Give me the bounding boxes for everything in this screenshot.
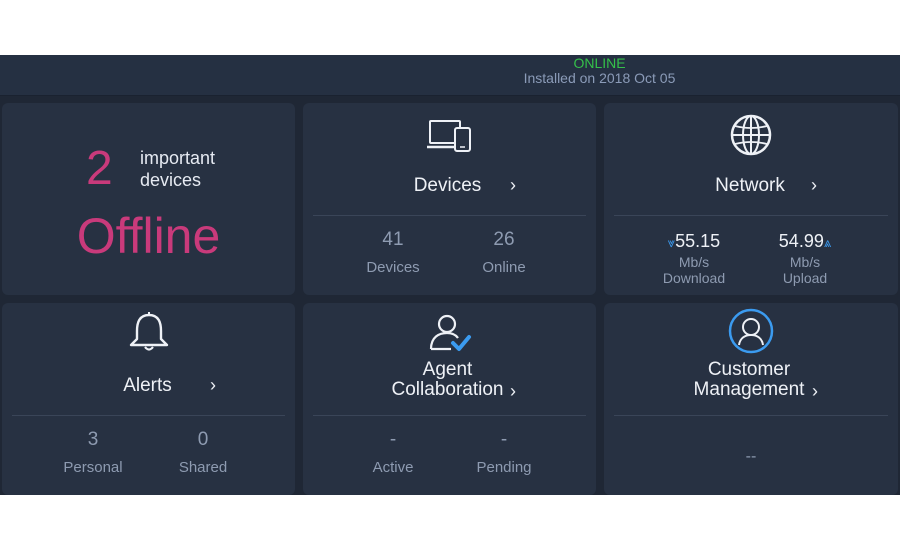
- upload-arrow-icon: ⩓: [823, 235, 832, 250]
- devices-online-value: 26: [493, 229, 515, 250]
- alerts-title: Alerts: [123, 375, 172, 396]
- customer-value: --: [745, 448, 757, 465]
- divider: [614, 415, 888, 416]
- network-card[interactable]: Network › ⩔55.15 Mb/s Download 54.99⩓ Mb…: [604, 103, 898, 295]
- network-title: Network: [715, 175, 785, 196]
- customer-title: Customer Management: [602, 360, 896, 400]
- status-header: ONLINE Installed on 2018 Oct 05: [0, 55, 900, 96]
- agent-pending-label: Pending: [476, 459, 532, 476]
- customer-title-row[interactable]: Customer Management ›: [604, 360, 898, 402]
- important-count: 2: [86, 142, 113, 195]
- upload-value: 54.99: [778, 231, 824, 251]
- upload-unit: Mb/s: [789, 254, 821, 270]
- chevron-right-icon: ›: [510, 381, 516, 401]
- chevron-right-icon: ›: [811, 175, 817, 195]
- alerts-personal-label: Personal: [63, 459, 123, 476]
- customer-avatar-icon: [727, 307, 775, 360]
- installed-date: Installed on 2018 Oct 05: [523, 70, 676, 86]
- chevron-right-icon: ›: [812, 381, 818, 401]
- important-label-line2: devices: [140, 170, 202, 190]
- divider: [313, 415, 586, 416]
- agent-pending-value: -: [500, 429, 508, 450]
- agent-active-value: -: [389, 429, 397, 450]
- download-unit: Mb/s: [678, 254, 710, 270]
- dashboard: ONLINE Installed on 2018 Oct 05 2 import…: [0, 55, 900, 495]
- devices-title: Devices: [413, 175, 482, 196]
- devices-total-value: 41: [382, 229, 404, 250]
- alerts-card[interactable]: Alerts › 3 Personal 0 Shared: [2, 303, 295, 495]
- agent-collaboration-card[interactable]: Agent Collaboration › - Active - Pending: [303, 303, 596, 495]
- alerts-shared-label: Shared: [178, 459, 228, 476]
- customer-title-line2: Management: [693, 379, 805, 400]
- devices-online-label: Online: [482, 259, 526, 276]
- devices-total-label: Devices: [366, 259, 420, 276]
- network-title-row[interactable]: Network ›: [604, 174, 898, 200]
- bell-icon: [126, 311, 172, 358]
- divider: [12, 415, 285, 416]
- alerts-shared-value: 0: [197, 429, 209, 450]
- online-status: ONLINE: [573, 55, 626, 71]
- customer-title-line1: Customer: [707, 359, 791, 380]
- important-label-line1: important: [140, 148, 216, 168]
- agent-title-line1: Agent: [422, 359, 473, 380]
- agent-title-row[interactable]: Agent Collaboration ›: [303, 360, 596, 402]
- devices-title-row[interactable]: Devices ›: [303, 174, 596, 200]
- offline-state: Offline: [76, 208, 221, 264]
- important-label: important devices: [140, 147, 260, 191]
- customer-management-card[interactable]: Customer Management › --: [604, 303, 898, 495]
- download-value: 55.15: [675, 231, 721, 251]
- agent-title: Agent Collaboration: [301, 360, 594, 400]
- divider: [313, 215, 586, 216]
- chevron-right-icon: ›: [510, 175, 516, 195]
- chevron-right-icon: ›: [210, 375, 216, 395]
- devices-icon: [426, 119, 473, 158]
- offline-summary-card[interactable]: 2 important devices Offline: [2, 103, 295, 295]
- divider: [614, 215, 888, 216]
- agent-check-icon: [427, 311, 473, 358]
- download-label: Download: [662, 270, 726, 286]
- globe-icon: [729, 113, 773, 162]
- upload-speed: 54.99⩓: [745, 230, 865, 254]
- download-speed: ⩔55.15: [634, 230, 754, 254]
- agent-active-label: Active: [372, 459, 414, 476]
- upload-label: Upload: [782, 270, 828, 286]
- devices-card[interactable]: Devices › 41 Devices 26 Online: [303, 103, 596, 295]
- agent-title-line2: Collaboration: [391, 379, 504, 400]
- alerts-title-row[interactable]: Alerts ›: [2, 374, 295, 400]
- alerts-personal-value: 3: [87, 429, 99, 450]
